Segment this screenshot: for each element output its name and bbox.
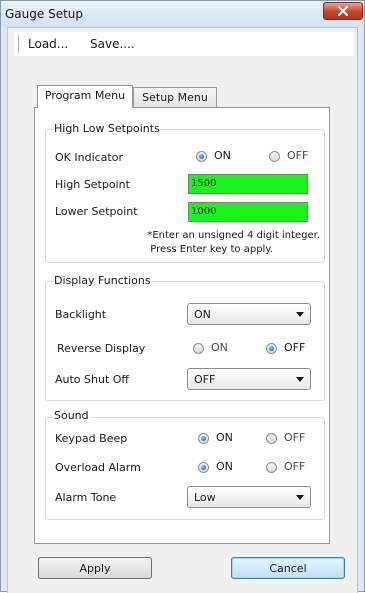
reverse-display-on-label[interactable]: ON xyxy=(211,341,228,354)
alarm-tone-value: Low xyxy=(194,491,216,504)
menu-save[interactable]: Save.... xyxy=(90,37,135,51)
reverse-display-label: Reverse Display xyxy=(57,342,146,355)
lower-setpoint-input[interactable]: 1000 xyxy=(188,202,308,222)
keypad-beep-off-label[interactable]: OFF xyxy=(284,431,305,444)
sound-title: Sound xyxy=(53,409,90,422)
setpoint-note-line2: Press Enter key to apply. xyxy=(150,244,273,255)
gauge-setup-window: Gauge Setup Load... Save.... Program Men… xyxy=(0,0,365,593)
ok-indicator-off-label[interactable]: OFF xyxy=(287,149,308,162)
alarm-tone-label: Alarm Tone xyxy=(55,491,117,504)
reverse-display-off-radio[interactable] xyxy=(266,343,277,354)
overload-alarm-label: Overload Alarm xyxy=(55,461,141,474)
overload-alarm-on-radio[interactable] xyxy=(198,462,209,473)
ok-indicator-on-radio[interactable] xyxy=(196,151,207,162)
keypad-beep-on-radio[interactable] xyxy=(198,433,209,444)
close-button[interactable] xyxy=(323,2,363,20)
setpoint-note-line1: *Enter an unsigned 4 digit integer. xyxy=(147,230,320,241)
auto-shut-off-label: Auto Shut Off xyxy=(55,373,130,386)
keypad-beep-on-label[interactable]: ON xyxy=(216,431,233,444)
cancel-button[interactable]: Cancel xyxy=(231,557,345,579)
backlight-dropdown[interactable]: ON xyxy=(187,303,311,325)
ok-indicator-off-radio[interactable] xyxy=(269,151,280,162)
keypad-beep-off-radio[interactable] xyxy=(266,433,277,444)
chevron-down-icon xyxy=(296,495,304,500)
lower-setpoint-label: Lower Setpoint xyxy=(55,205,138,218)
reverse-display-on-radio[interactable] xyxy=(193,343,204,354)
alarm-tone-dropdown[interactable]: Low xyxy=(187,486,311,508)
high-setpoint-input[interactable]: 1500 xyxy=(188,174,308,194)
reverse-display-off-label[interactable]: OFF xyxy=(284,341,305,354)
overload-alarm-off-label[interactable]: OFF xyxy=(284,460,305,473)
high-low-setpoints-group xyxy=(45,129,325,263)
keypad-beep-label: Keypad Beep xyxy=(55,432,128,445)
overload-alarm-off-radio[interactable] xyxy=(266,462,277,473)
tab-program-menu[interactable]: Program Menu xyxy=(37,85,133,108)
menu-bar: Load... Save.... xyxy=(14,32,354,56)
chevron-down-icon xyxy=(296,312,304,317)
auto-shut-off-value: OFF xyxy=(194,373,216,386)
tab-setup-menu[interactable]: Setup Menu xyxy=(133,87,217,108)
close-icon xyxy=(338,6,348,16)
menu-load[interactable]: Load... xyxy=(28,37,68,51)
overload-alarm-on-label[interactable]: ON xyxy=(216,460,233,473)
high-setpoint-label: High Setpoint xyxy=(55,178,130,191)
auto-shut-off-dropdown[interactable]: OFF xyxy=(187,368,311,390)
menu-grip xyxy=(18,35,20,53)
high-low-setpoints-title: High Low Setpoints xyxy=(53,122,161,135)
apply-button[interactable]: Apply xyxy=(38,557,152,579)
chevron-down-icon xyxy=(296,377,304,382)
backlight-value: ON xyxy=(194,308,211,321)
window-title: Gauge Setup xyxy=(5,7,83,21)
ok-indicator-label: OK Indicator xyxy=(55,151,123,164)
ok-indicator-on-label[interactable]: ON xyxy=(214,149,231,162)
display-functions-title: Display Functions xyxy=(53,274,152,287)
title-bar[interactable]: Gauge Setup xyxy=(1,1,364,27)
backlight-label: Backlight xyxy=(55,308,107,321)
